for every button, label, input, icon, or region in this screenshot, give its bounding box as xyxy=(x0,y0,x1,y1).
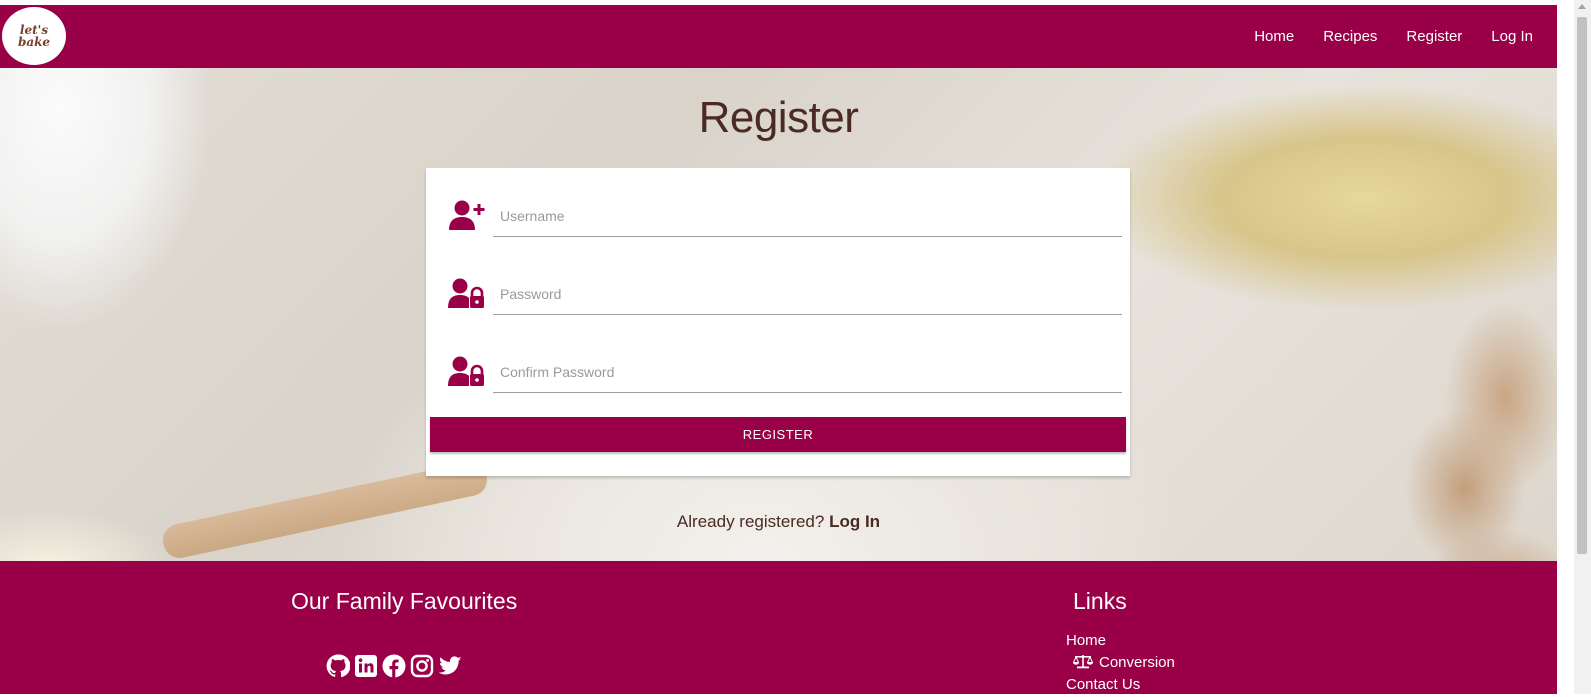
twitter-icon[interactable] xyxy=(438,654,462,678)
nav-home-link[interactable]: Home xyxy=(1254,28,1294,45)
confirm-password-input[interactable] xyxy=(493,352,1122,393)
scroll-up-arrow-icon[interactable] xyxy=(1578,4,1586,9)
footer-conversion-label: Conversion xyxy=(1099,654,1175,671)
nav-recipes-link[interactable]: Recipes xyxy=(1323,28,1377,45)
page-title: Register xyxy=(698,93,859,142)
navbar: let's bake Home Recipes Register Log In xyxy=(0,5,1557,68)
username-input[interactable] xyxy=(493,196,1122,237)
nav-login-link[interactable]: Log In xyxy=(1491,28,1533,45)
social-icons xyxy=(326,654,462,678)
nav-links: Home Recipes Register Log In xyxy=(1254,5,1533,68)
footer-home-link[interactable]: Home xyxy=(1066,631,1175,653)
instagram-icon[interactable] xyxy=(410,654,434,678)
scrollbar-thumb[interactable] xyxy=(1577,17,1587,554)
github-icon[interactable] xyxy=(326,654,350,678)
logo-text: let's bake xyxy=(17,23,51,49)
password-input[interactable] xyxy=(493,274,1122,315)
user-lock-icon xyxy=(448,356,486,390)
footer: Our Family Favourites Links Home Convers… xyxy=(0,561,1557,694)
page-scrollbar[interactable] xyxy=(1574,0,1591,694)
footer-links: Home Conversion Contact Us xyxy=(1066,631,1175,697)
login-prompt: Already registered? Log In xyxy=(0,512,1557,532)
login-prompt-text: Already registered? xyxy=(676,512,825,531)
facebook-icon[interactable] xyxy=(382,654,406,678)
footer-links-title: Links xyxy=(1073,588,1127,614)
user-lock-icon xyxy=(448,278,486,312)
footer-conversion-link[interactable]: Conversion xyxy=(1066,653,1175,675)
nav-register-link[interactable]: Register xyxy=(1406,28,1462,45)
register-button[interactable]: REGISTER xyxy=(430,417,1126,452)
balance-scale-icon xyxy=(1072,654,1094,675)
brand-logo[interactable]: let's bake xyxy=(2,7,66,65)
linkedin-icon[interactable] xyxy=(354,654,378,678)
password-field-row xyxy=(446,266,1123,316)
register-form-card: REGISTER xyxy=(426,168,1130,476)
login-prompt-link[interactable]: Log In xyxy=(829,512,880,531)
username-field-row xyxy=(446,188,1123,238)
hero-background: Register Username REGISTER Already regis… xyxy=(0,68,1557,561)
user-plus-icon xyxy=(448,200,486,234)
footer-favourites-title: Our Family Favourites xyxy=(291,588,518,614)
confirm-password-field-row xyxy=(446,344,1123,394)
